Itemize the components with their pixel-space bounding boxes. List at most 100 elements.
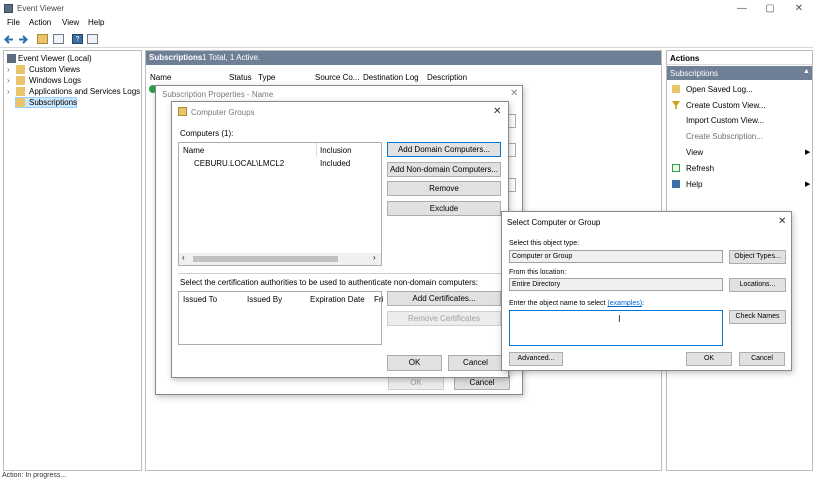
action-create-custom-view[interactable]: Create Custom View... (686, 101, 765, 110)
object-type-label: Select this object type: (509, 240, 580, 247)
computers-list[interactable]: Name Inclusion CEBURU.LOCAL\LMCL2 Includ… (178, 142, 382, 266)
filter-icon (672, 101, 680, 109)
actions-header: Actions (667, 51, 812, 65)
help-icon[interactable]: ? (72, 34, 83, 44)
cancel-button[interactable]: Cancel (739, 352, 785, 366)
status-text: Action: In progress... (2, 472, 67, 479)
column-expiration-date[interactable]: Expiration Date (310, 295, 365, 304)
expand-chevron-icon[interactable]: › (7, 76, 10, 85)
ok-button[interactable]: OK (686, 352, 732, 366)
column-description[interactable]: Description (427, 73, 467, 82)
dialog-title: Computer Groups (191, 108, 255, 117)
dialog-title: Select Computer or Group (507, 218, 601, 227)
back-arrow-icon[interactable] (4, 35, 14, 44)
action-open-saved-log[interactable]: Open Saved Log... (686, 85, 753, 94)
column-name[interactable]: Name (183, 146, 204, 155)
folder-icon (16, 76, 25, 85)
action-view[interactable]: View (686, 148, 703, 157)
object-types-button[interactable]: Object Types... (729, 250, 786, 264)
console-tree: Event Viewer (Local) › Custom Views › Wi… (3, 50, 142, 471)
scroll-right-icon[interactable]: › (373, 253, 376, 262)
column-issued-to[interactable]: Issued To (183, 295, 217, 304)
column-divider (316, 143, 317, 157)
computer-groups-dialog: Computer Groups ✕ Computers (1): Name In… (171, 101, 509, 378)
select-computer-dialog: Select Computer or Group ✕ Select this o… (501, 211, 792, 371)
expand-chevron-icon[interactable]: › (7, 87, 10, 96)
actions-section-label: Subscriptions (670, 69, 719, 78)
menu-help[interactable]: Help (88, 18, 104, 27)
close-icon[interactable]: ✕ (778, 216, 786, 227)
enter-name-label: Enter the object name to select (example… (509, 300, 645, 307)
submenu-arrow-icon: ▶ (805, 181, 811, 188)
dialog-title: Subscription Properties - Name (162, 90, 274, 99)
location-field: Entire Directory (509, 278, 723, 291)
menu-view[interactable]: View (62, 18, 79, 27)
tree-item-subscriptions[interactable]: Subscriptions (29, 98, 77, 107)
tree-item-apps-services-logs[interactable]: Applications and Services Logs (29, 87, 140, 96)
menu-action[interactable]: Action (29, 18, 51, 27)
actions-section-header[interactable]: Subscriptions ▲ (667, 66, 812, 80)
column-type[interactable]: Type (258, 73, 275, 82)
remove-certificates-button[interactable]: Remove Certificates (387, 311, 501, 326)
scroll-thumb[interactable] (193, 256, 338, 262)
column-source[interactable]: Source Co... (315, 73, 359, 82)
toolbar: ? (0, 30, 813, 48)
column-issued-by[interactable]: Issued By (247, 295, 282, 304)
folder-icon (16, 65, 25, 74)
column-name[interactable]: Name (150, 73, 171, 82)
add-certificates-button[interactable]: Add Certificates... (387, 291, 501, 306)
scroll-left-icon[interactable]: ‹ (182, 253, 185, 262)
action-import-custom-view[interactable]: Import Custom View... (686, 116, 764, 125)
help-icon (672, 180, 680, 188)
close-icon[interactable]: ✕ (493, 106, 501, 117)
action-help[interactable]: Help (686, 180, 702, 189)
actions-header-label: Actions (670, 54, 700, 63)
exclude-button[interactable]: Exclude (387, 201, 501, 216)
subscriptions-icon (16, 98, 25, 107)
action-refresh[interactable]: Refresh (686, 164, 714, 173)
certificates-list[interactable]: Issued To Issued By Expiration Date Fri (178, 291, 383, 345)
add-nondomain-computers-button[interactable]: Add Non-domain Computers... (387, 162, 501, 177)
status-bar: Action: In progress... (0, 472, 813, 480)
window-title: Event Viewer (17, 4, 64, 13)
menu-bar: File Action View Help (0, 17, 813, 30)
show-action-pane-icon[interactable] (87, 34, 98, 44)
location-label: From this location: (509, 269, 567, 276)
locations-button[interactable]: Locations... (729, 278, 786, 292)
column-inclusion[interactable]: Inclusion (320, 146, 352, 155)
check-names-button[interactable]: Check Names (729, 310, 786, 324)
show-hide-tree-icon[interactable] (53, 34, 64, 44)
folder-up-icon[interactable] (37, 34, 48, 44)
collapse-chevron-icon[interactable]: ▲ (803, 68, 810, 75)
column-status[interactable]: Status (229, 73, 252, 82)
folder-icon (16, 87, 25, 96)
advanced-button[interactable]: Advanced... (509, 352, 563, 366)
computer-row-inclusion[interactable]: Included (320, 159, 350, 168)
ok-button[interactable]: OK (387, 355, 442, 371)
column-friendly-name[interactable]: Fri (374, 295, 383, 304)
submenu-arrow-icon: ▶ (805, 149, 811, 156)
computers-label: Computers (1): (180, 129, 234, 138)
refresh-icon (672, 164, 680, 172)
tree-root[interactable]: Event Viewer (Local) (18, 54, 92, 63)
object-type-field: Computer or Group (509, 250, 723, 263)
forward-arrow-icon[interactable] (18, 35, 28, 44)
menu-file[interactable]: File (7, 18, 20, 27)
column-destination-log[interactable]: Destination Log (363, 73, 419, 82)
add-domain-computers-button[interactable]: Add Domain Computers... (387, 142, 501, 157)
close-icon[interactable]: ✕ (510, 88, 518, 99)
minimize-button[interactable]: — (732, 2, 752, 15)
examples-link[interactable]: (examples) (607, 300, 642, 307)
horizontal-scrollbar[interactable]: ‹ › (179, 253, 381, 265)
tree-item-windows-logs[interactable]: Windows Logs (29, 76, 81, 85)
remove-button[interactable]: Remove (387, 181, 501, 196)
cancel-button[interactable]: Cancel (448, 355, 503, 371)
event-viewer-app-icon (4, 4, 13, 13)
object-name-input[interactable] (509, 310, 723, 346)
tree-item-custom-views[interactable]: Custom Views (29, 65, 80, 74)
maximize-button[interactable]: ▢ (760, 2, 780, 15)
computer-row-name[interactable]: CEBURU.LOCAL\LMCL2 (194, 159, 284, 168)
close-button[interactable]: ✕ (789, 2, 809, 15)
action-create-subscription[interactable]: Create Subscription... (686, 132, 763, 141)
expand-chevron-icon[interactable]: › (7, 65, 10, 74)
